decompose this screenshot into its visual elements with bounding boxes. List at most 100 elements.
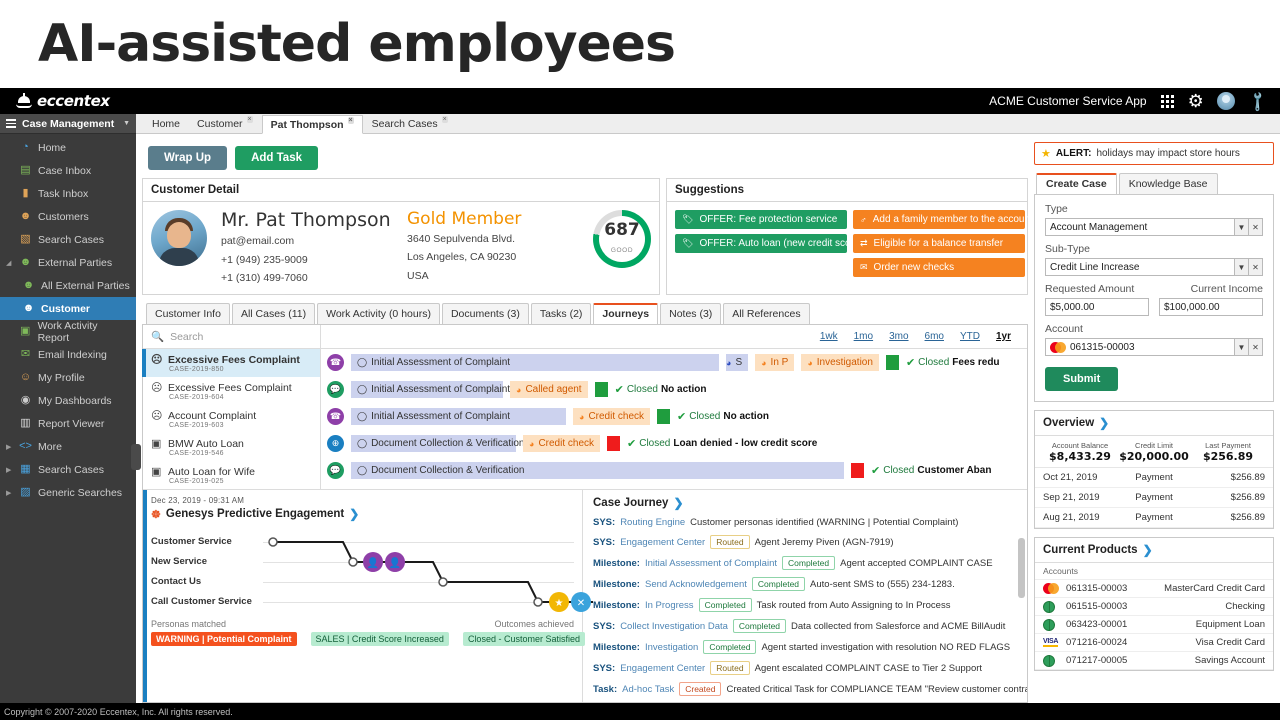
sidebar-item-customers[interactable]: ☻ Customers: [0, 205, 136, 228]
sidebar-item-report-viewer[interactable]: ▥ Report Viewer: [0, 412, 136, 435]
collapse-arrow-icon[interactable]: ◢: [6, 259, 13, 267]
chevron-right-icon[interactable]: ❯: [349, 507, 359, 521]
sidebar-item-home[interactable]: ◔ Home: [0, 136, 136, 159]
subtype-select[interactable]: Credit Line Increase ▼ ✕: [1045, 258, 1263, 277]
journey-step-segment[interactable]: ◕ In P: [755, 354, 795, 371]
sidebar-item-case-inbox[interactable]: ▤ Case Inbox: [0, 159, 136, 182]
journey-stage-segment[interactable]: ◯ Initial Assessment of Complaint: [351, 381, 510, 398]
journey-case-item[interactable]: ☹ Account Complaint CASE-2019-603: [143, 405, 320, 433]
journey-step-segment[interactable]: ◕ Credit check: [523, 435, 601, 452]
range-1yr[interactable]: 1yr: [996, 331, 1011, 342]
close-icon[interactable]: ×: [441, 116, 448, 124]
account-select[interactable]: 061315-00003 ▼ ✕: [1045, 338, 1263, 357]
sidebar-item-more[interactable]: ▶ <> More: [0, 435, 136, 458]
journey-stage-segment[interactable]: ◯ Initial Assessment of Complaint: [351, 408, 566, 425]
window-tab-pat-thompson[interactable]: Pat Thompson ×: [261, 115, 363, 135]
apps-grid-icon[interactable]: [1160, 94, 1174, 108]
sidebar-item-external-parties[interactable]: ◢ ☻ External Parties: [0, 251, 136, 274]
range-6mo[interactable]: 6mo: [925, 331, 944, 342]
product-row[interactable]: 063423-00001 Equipment Loan: [1035, 616, 1273, 635]
journey-stage-segment[interactable]: ◯ Document Collection & Verification: [351, 435, 525, 452]
case-journey-scrollbar[interactable]: [1018, 538, 1025, 598]
range-1mo[interactable]: 1mo: [854, 331, 873, 342]
add-task-button[interactable]: Add Task: [235, 146, 318, 171]
sidebar-header[interactable]: Case Management ▼: [0, 114, 136, 134]
customer-tab-tasks-2-[interactable]: Tasks (2): [530, 303, 592, 324]
chevron-right-icon[interactable]: ❯: [1143, 543, 1153, 557]
sidebar-item-my-dashboards[interactable]: ◉ My Dashboards: [0, 389, 136, 412]
customer-tab-journeys[interactable]: Journeys: [593, 303, 659, 324]
window-tab-search-cases[interactable]: Search Cases ×: [364, 114, 456, 133]
right-tab-knowledge-base[interactable]: Knowledge Base: [1118, 173, 1218, 195]
suggestion-chip[interactable]: ♂ Add a family member to the account: [853, 210, 1033, 230]
customer-tab-customer-info[interactable]: Customer Info: [146, 303, 230, 324]
journey-case-item[interactable]: ☹ Excessive Fees Complaint CASE-2019-850: [142, 349, 320, 377]
wrap-up-button[interactable]: Wrap Up: [148, 146, 228, 171]
journey-stage-segment[interactable]: ◯ Document Collection & Verification: [351, 462, 844, 479]
customer-tab-notes-3-[interactable]: Notes (3): [660, 303, 722, 324]
sidebar-item-all-external-parties[interactable]: ☻ All External Parties: [0, 274, 136, 297]
suggestion-chip[interactable]: ⇄ Eligible for a balance transfer: [853, 234, 1025, 254]
right-tab-create-case[interactable]: Create Case: [1036, 173, 1117, 195]
clear-icon[interactable]: ✕: [1249, 218, 1263, 237]
product-row[interactable]: 061315-00003 MasterCard Credit Card: [1035, 580, 1273, 599]
sidebar-item-task-inbox[interactable]: ▮ Task Inbox: [0, 182, 136, 205]
close-icon[interactable]: ×: [347, 117, 354, 125]
overview-header[interactable]: Overview ❯: [1035, 411, 1273, 437]
journey-stage-segment[interactable]: ◯ Initial Assessment of Complaint: [351, 354, 719, 371]
suggestion-chip[interactable]: 🏷 OFFER: Fee protection service: [675, 210, 847, 230]
product-row[interactable]: 071217-00005 Savings Account: [1035, 652, 1273, 671]
chevron-down-icon[interactable]: ▼: [1235, 338, 1249, 357]
expand-arrow-icon[interactable]: ▶: [6, 466, 13, 474]
avatar-icon[interactable]: [1216, 92, 1235, 110]
chevron-right-icon[interactable]: ❯: [1099, 416, 1109, 430]
requested-amount-input[interactable]: $5,000.00: [1045, 298, 1149, 317]
product-row[interactable]: VISA 071216-00024 Visa Credit Card: [1035, 634, 1273, 653]
window-tab-customer[interactable]: Customer ×: [189, 114, 261, 133]
journey-case-item[interactable]: ▣ BMW Auto Loan CASE-2019-546: [143, 433, 320, 461]
journey-search[interactable]: 🔍 Search: [143, 325, 321, 348]
overview-transaction-row[interactable]: Aug 21, 2019 Payment $256.89: [1035, 508, 1273, 529]
sidebar-collapse-handle[interactable]: [131, 444, 141, 470]
customer-tab-documents-3-[interactable]: Documents (3): [441, 303, 529, 324]
clear-icon[interactable]: ✕: [1249, 258, 1263, 277]
hamburger-icon[interactable]: [6, 119, 16, 128]
journey-step-segment[interactable]: ◕ Credit check: [573, 408, 651, 425]
journey-case-item[interactable]: ▣ Auto Loan for Wife CASE-2019-025: [143, 461, 320, 489]
genesys-title-row[interactable]: ☸ Genesys Predictive Engagement ❯: [151, 507, 574, 521]
type-select[interactable]: Account Management ▼ ✕: [1045, 218, 1263, 237]
chevron-down-icon[interactable]: ▼: [1235, 258, 1249, 277]
product-row[interactable]: 061515-00003 Checking: [1035, 598, 1273, 617]
sidebar-item-my-profile[interactable]: ☺ My Profile: [0, 366, 136, 389]
clear-icon[interactable]: ✕: [1249, 338, 1263, 357]
customer-tab-all-references[interactable]: All References: [723, 303, 810, 324]
journey-case-item[interactable]: ☹ Excessive Fees Complaint CASE-2019-604: [143, 377, 320, 405]
chevron-down-icon[interactable]: ▼: [1235, 218, 1249, 237]
journey-step-segment[interactable]: ◕ Investigation: [801, 354, 879, 371]
sidebar-item-work-activity-report[interactable]: ▣ Work Activity Report: [0, 320, 136, 344]
submit-button[interactable]: Submit: [1045, 367, 1119, 392]
sidebar-item-search-cases[interactable]: ▧ Search Cases: [0, 228, 136, 251]
sidebar-item-customer[interactable]: ☻ Customer: [0, 297, 136, 320]
range-3mo[interactable]: 3mo: [889, 331, 908, 342]
journey-step-segment[interactable]: ◕ Called agent: [510, 381, 588, 398]
products-header[interactable]: Current Products ❯: [1035, 538, 1273, 564]
chevron-right-icon[interactable]: ❯: [673, 496, 683, 510]
expand-arrow-icon[interactable]: ▶: [6, 443, 13, 451]
suggestion-chip[interactable]: 🏷 OFFER: Auto loan (new credit score): [675, 234, 863, 254]
window-tab-home[interactable]: Home: [144, 114, 188, 133]
suggestion-chip[interactable]: ✉ Order new checks: [853, 258, 1025, 278]
close-icon[interactable]: ×: [246, 116, 253, 124]
customer-tab-work-activity-0-hours-[interactable]: Work Activity (0 hours): [317, 303, 440, 324]
gear-icon[interactable]: [1188, 94, 1203, 109]
expand-arrow-icon[interactable]: ▶: [6, 489, 13, 497]
sidebar-item-search-cases[interactable]: ▶ ▦ Search Cases: [0, 458, 136, 481]
current-income-input[interactable]: $100,000.00: [1159, 298, 1263, 317]
range-1wk[interactable]: 1wk: [820, 331, 838, 342]
journey-step-segment[interactable]: ◕ S: [726, 354, 749, 371]
overview-transaction-row[interactable]: Oct 21, 2019 Payment $256.89: [1035, 468, 1273, 489]
wrench-icon[interactable]: 🔧: [1245, 89, 1270, 113]
sidebar-item-email-indexing[interactable]: ✉ Email Indexing: [0, 343, 136, 366]
sidebar-item-generic-searches[interactable]: ▶ ▨ Generic Searches: [0, 481, 136, 504]
case-journey-title-row[interactable]: Case Journey ❯: [593, 496, 1017, 510]
